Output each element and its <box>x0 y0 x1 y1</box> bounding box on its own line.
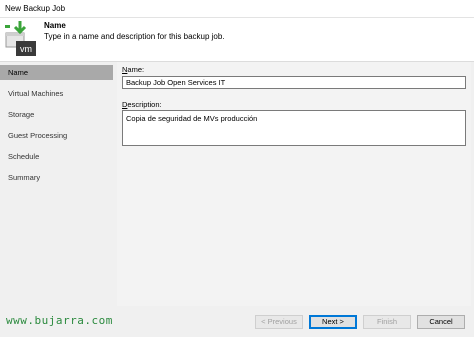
wizard-steps-sidebar: Name Virtual Machines Storage Guest Proc… <box>0 62 116 306</box>
step-summary[interactable]: Summary <box>0 170 113 185</box>
step-storage[interactable]: Storage <box>0 107 113 122</box>
step-label: Storage <box>8 110 35 119</box>
job-name-input[interactable] <box>122 76 466 89</box>
description-label: Description: <box>122 100 162 109</box>
step-title: Name <box>44 21 66 30</box>
new-backup-job-window: New Backup Job vm Name Type in a name an… <box>0 0 474 337</box>
vm-label: vm <box>20 44 32 54</box>
cancel-button[interactable]: Cancel <box>417 315 465 329</box>
wizard-header: vm Name Type in a name and description f… <box>0 18 474 62</box>
step-virtual-machines[interactable]: Virtual Machines <box>0 86 113 101</box>
step-label: Name <box>8 68 29 77</box>
next-button[interactable]: Next > <box>309 315 357 329</box>
backup-job-vm-icon: vm <box>5 21 36 56</box>
step-name[interactable]: Name <box>0 65 113 80</box>
step-label: Summary <box>8 173 41 182</box>
form-panel: Name: Description: Copia de seguridad de… <box>117 62 471 306</box>
wizard-content: Name: Description: Copia de seguridad de… <box>117 62 474 306</box>
window-title: New Backup Job <box>5 4 66 13</box>
step-label: Virtual Machines <box>8 89 64 98</box>
previous-button[interactable]: < Previous <box>255 315 303 329</box>
title-bar: New Backup Job <box>0 0 474 18</box>
watermark-text: www.bujarra.com <box>6 314 113 327</box>
name-label: Name: <box>122 65 144 74</box>
step-schedule[interactable]: Schedule <box>0 149 113 164</box>
name-label-text: ame: <box>127 65 145 74</box>
finish-button[interactable]: Finish <box>363 315 411 329</box>
step-guest-processing[interactable]: Guest Processing <box>0 128 113 143</box>
step-description: Type in a name and description for this … <box>44 32 225 41</box>
step-label: Guest Processing <box>8 131 68 140</box>
description-label-text: escription: <box>127 100 162 109</box>
job-description-textarea[interactable]: Copia de seguridad de MVs producción <box>122 110 466 146</box>
step-label: Schedule <box>8 152 40 161</box>
wizard-footer: www.bujarra.com < Previous Next > Finish… <box>0 306 474 337</box>
